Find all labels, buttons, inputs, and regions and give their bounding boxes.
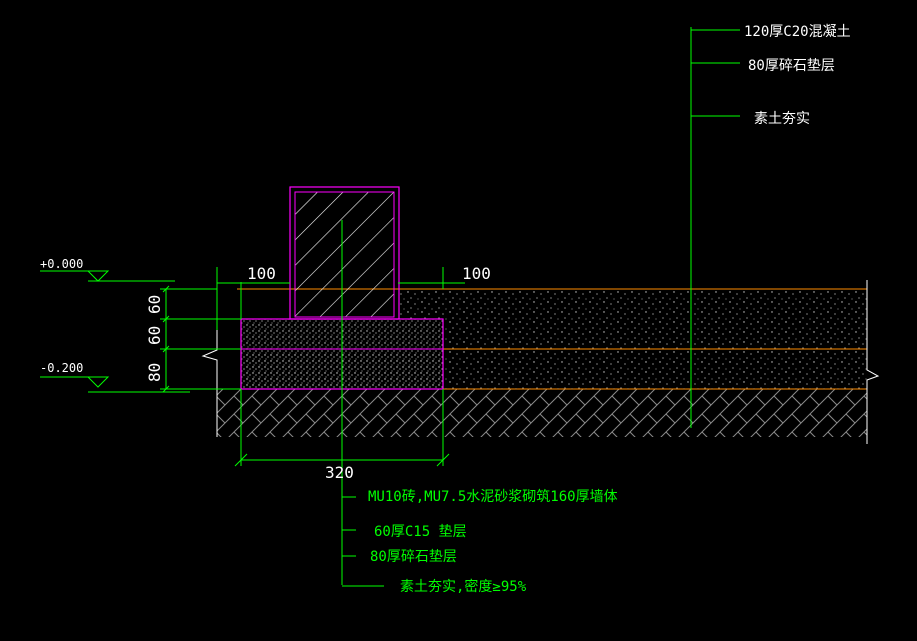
- compacted-soil-layer: [217, 388, 867, 437]
- callout-top-2: 80厚碎石垫层: [748, 58, 835, 74]
- dim-vertical-1: 60: [145, 295, 164, 314]
- callout-bottom-2: 60厚C15 垫层: [374, 524, 467, 540]
- dim-left-offset: 100: [247, 264, 276, 283]
- callout-top-1: 120厚C20混凝土: [744, 24, 851, 40]
- callout-top-3: 素土夯实: [754, 111, 810, 127]
- dim-right-offset: 100: [462, 264, 491, 283]
- dim-vertical-3: 80: [145, 363, 164, 382]
- elevation-zero: +0.000: [40, 257, 83, 271]
- elevation-minus: -0.200: [40, 361, 83, 375]
- detail-drawing: +0.000 -0.200 100 100 320 60 60 80 120厚C…: [40, 24, 880, 595]
- callout-bottom-4: 素土夯实,密度≥95%: [400, 578, 527, 595]
- brick-wall: [289, 186, 400, 320]
- callout-bottom-1: MU10砖,MU7.5水泥砂浆砌筑160厚墙体: [368, 489, 618, 505]
- callout-bottom-3: 80厚碎石垫层: [370, 549, 457, 565]
- dim-vertical-2: 60: [145, 326, 164, 345]
- dim-base-width: 320: [325, 463, 354, 482]
